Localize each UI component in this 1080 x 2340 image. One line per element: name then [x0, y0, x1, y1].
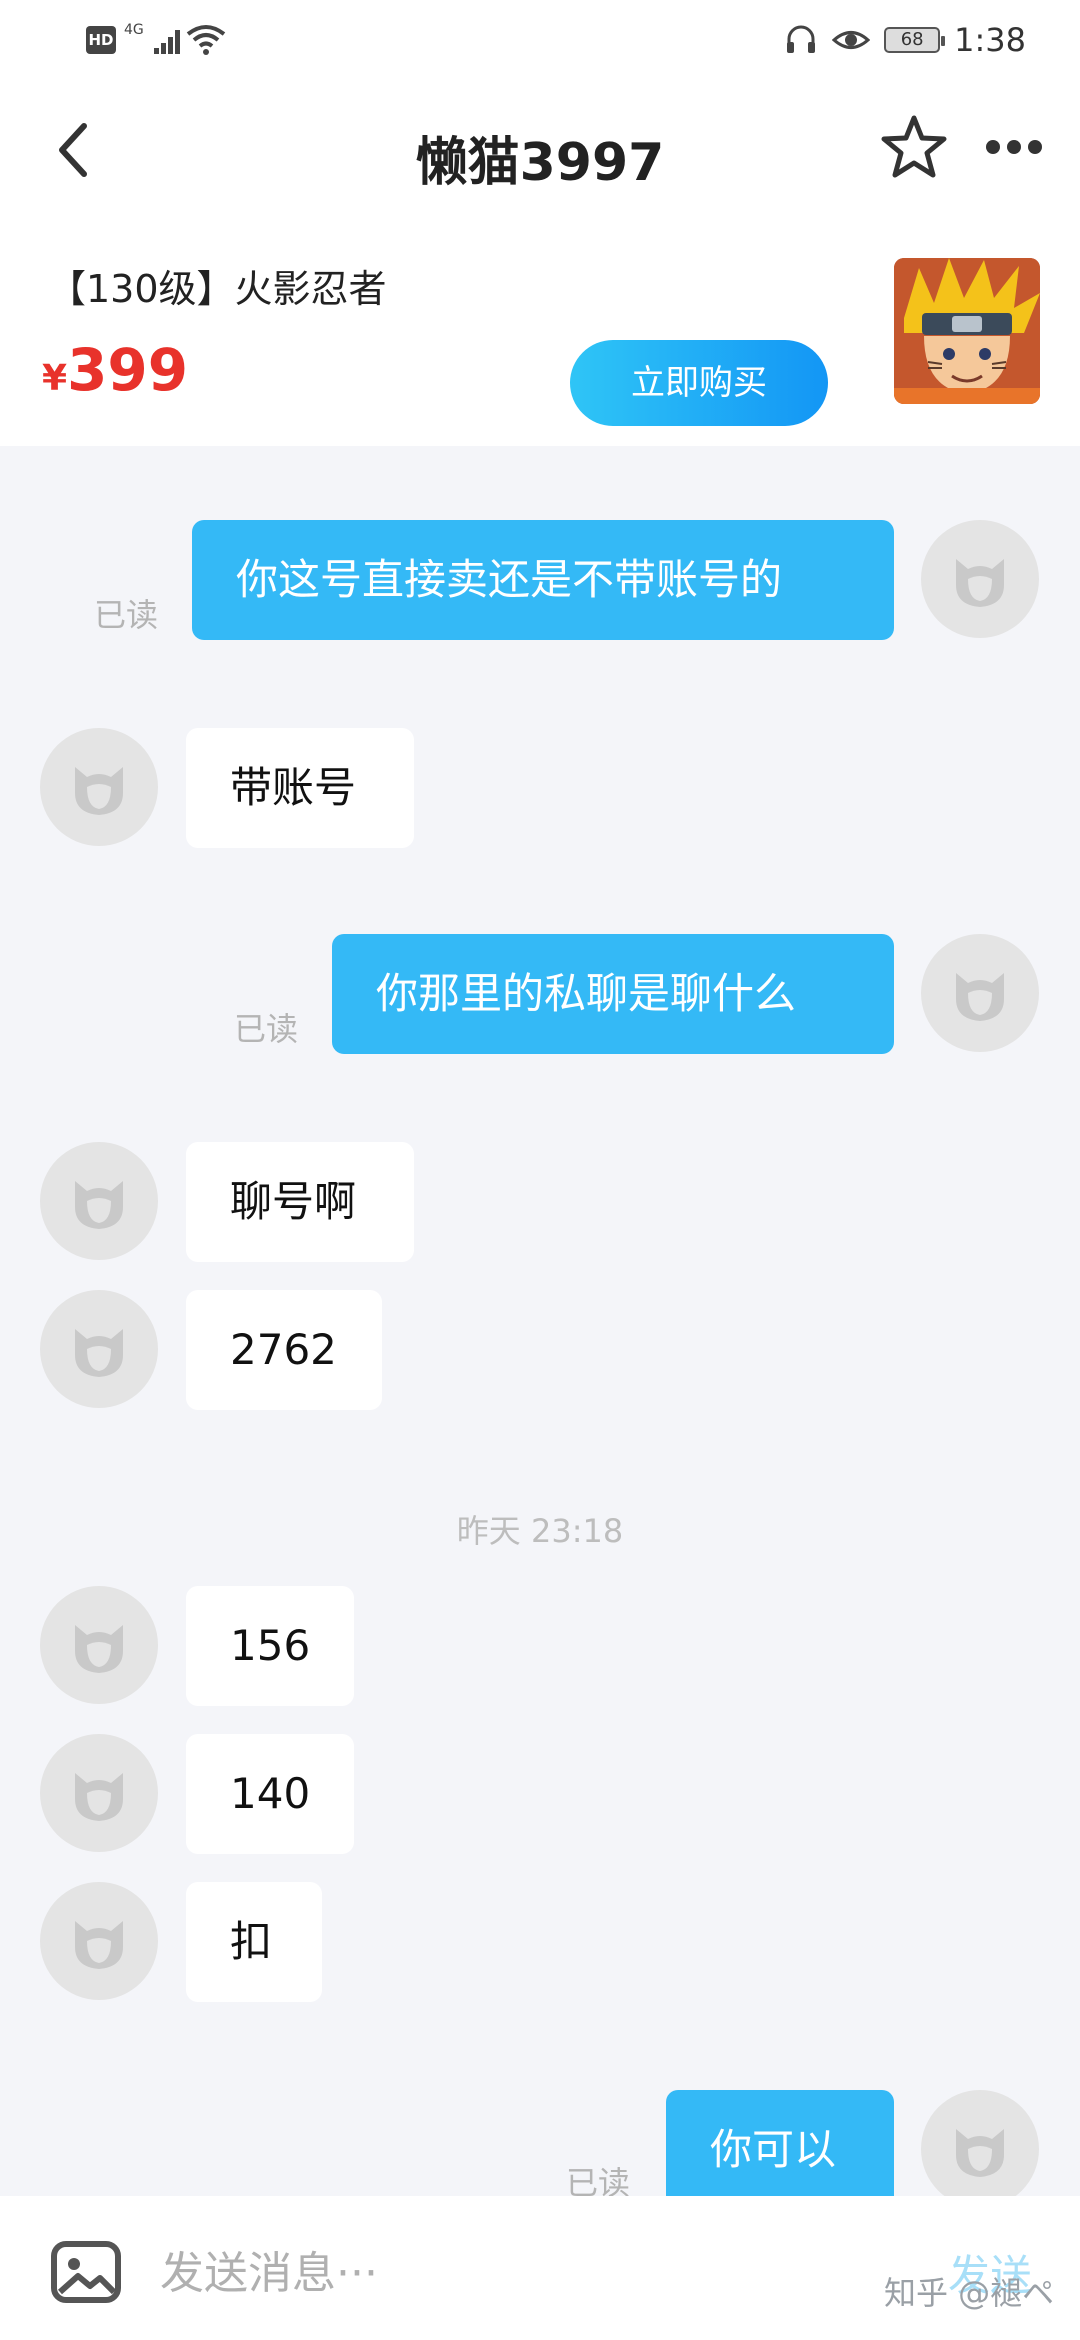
hd-icon: HD [86, 26, 116, 54]
cat-avatar-icon [75, 767, 123, 815]
message-bubble-incoming[interactable]: 140 [186, 1734, 354, 1854]
message-bubble-outgoing[interactable]: 你可以 [666, 2090, 894, 2210]
wifi-icon [186, 25, 226, 55]
message-bubble-incoming[interactable]: 聊号啊 [186, 1142, 414, 1262]
cat-avatar-icon [956, 559, 1004, 607]
product-name: 【130级】火影忍者 [48, 267, 387, 311]
eye-icon [832, 31, 871, 49]
battery-icon: 68 [884, 27, 946, 53]
read-receipt: 已读 [234, 1010, 299, 1048]
seller-avatar[interactable] [40, 1882, 158, 2000]
seller-avatar[interactable] [40, 1290, 158, 1408]
message-bubble-outgoing[interactable]: 你那里的私聊是聊什么 [332, 934, 894, 1054]
my-avatar[interactable] [921, 520, 1039, 638]
favorite-star-icon[interactable] [876, 110, 952, 186]
read-receipt: 已读 [94, 596, 159, 634]
message-bubble-incoming[interactable]: 扣 [186, 1882, 322, 2002]
price-value: 399 [67, 336, 189, 404]
cat-avatar-icon [75, 1181, 123, 1229]
status-right: 68 1:38 [784, 18, 1026, 62]
seller-avatar[interactable] [40, 728, 158, 846]
cat-avatar-icon [75, 1625, 123, 1673]
message-list[interactable]: 已读 你这号直接卖还是不带账号的 带账号 已读 你那里的私聊是聊什么 聊号啊 2… [0, 446, 1080, 2210]
watermark: 知乎 @褪ペ [884, 2274, 1055, 2312]
message-bubble-incoming[interactable]: 带账号 [186, 728, 414, 848]
message-input[interactable] [160, 2238, 860, 2308]
cat-avatar-icon [956, 2129, 1004, 2177]
image-picker-icon[interactable] [50, 2236, 122, 2308]
status-bar: HD 4G 68 1:38 [0, 0, 1080, 80]
chat-header: 懒猫3997 [0, 90, 1080, 210]
seller-avatar[interactable] [40, 1142, 158, 1260]
more-options-icon[interactable] [986, 140, 1042, 156]
buy-now-button[interactable]: 立即购买 [570, 340, 828, 426]
top-panel: HD 4G 68 1:38 懒猫3997 【130级】火影忍者 ¥399 立即购… [0, 0, 1080, 446]
naruto-character-image [894, 258, 1040, 404]
cat-avatar-icon [75, 1773, 123, 1821]
headset-icon [787, 25, 816, 53]
message-timestamp: 昨天 23:18 [456, 1512, 624, 1550]
cat-avatar-icon [75, 1921, 123, 1969]
message-bubble-incoming[interactable]: 2762 [186, 1290, 382, 1410]
signal-icon [140, 28, 180, 54]
cat-avatar-icon [956, 973, 1004, 1021]
my-avatar[interactable] [921, 934, 1039, 1052]
product-price: ¥399 [42, 336, 188, 404]
my-avatar[interactable] [921, 2090, 1039, 2208]
cat-avatar-icon [75, 1329, 123, 1377]
message-bubble-outgoing[interactable]: 你这号直接卖还是不带账号的 [192, 520, 894, 640]
seller-avatar[interactable] [40, 1734, 158, 1852]
clock: 1:38 [954, 21, 1026, 59]
product-thumbnail[interactable] [894, 258, 1040, 404]
seller-avatar[interactable] [40, 1586, 158, 1704]
currency-symbol: ¥ [42, 358, 68, 399]
message-bubble-incoming[interactable]: 156 [186, 1586, 354, 1706]
